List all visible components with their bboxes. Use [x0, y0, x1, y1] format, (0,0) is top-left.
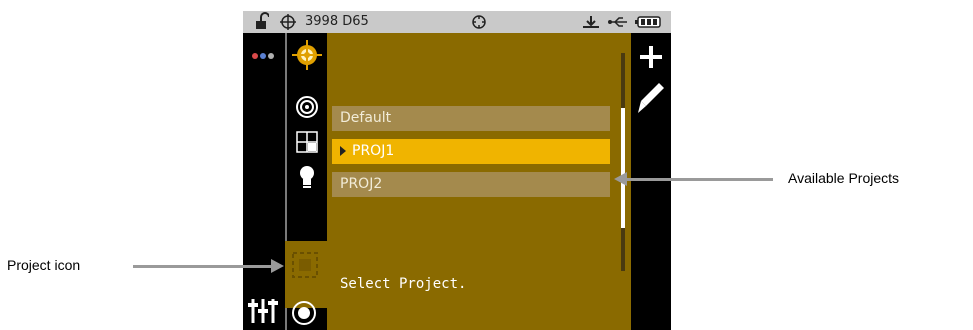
- battery-icon: [635, 11, 663, 33]
- device-screen: 3998 D65 Default PROJ1 PROJ2 Select Proj…: [243, 11, 671, 330]
- arrow-right-icon: [271, 259, 284, 273]
- grid-icon[interactable]: [296, 131, 318, 153]
- lightbulb-icon[interactable]: [298, 165, 316, 189]
- caret-right-icon: [340, 146, 346, 156]
- callout-arrow-available: [626, 178, 773, 181]
- project-label: PROJ2: [340, 176, 383, 192]
- arrow-left-icon: [614, 172, 627, 186]
- aperture-icon: [471, 11, 487, 33]
- aperture-ring-icon[interactable]: [295, 95, 319, 119]
- color-dots-icon[interactable]: [251, 51, 277, 61]
- scrollbar-thumb[interactable]: [621, 108, 625, 228]
- right-rail: [631, 33, 671, 330]
- download-icon: [581, 11, 601, 33]
- usb-icon: [607, 11, 629, 33]
- project-icon[interactable]: [291, 251, 319, 279]
- crosshair-icon: [279, 11, 297, 33]
- measure-ring-icon[interactable]: [291, 300, 317, 326]
- status-label: 3998 D65: [305, 14, 369, 29]
- project-label: PROJ1: [352, 143, 395, 159]
- select-project-prompt: Select Project.: [340, 276, 467, 292]
- project-label: Default: [340, 110, 392, 126]
- callout-available-projects: Available Projects: [788, 170, 900, 186]
- sliders-icon[interactable]: [247, 295, 281, 325]
- callout-project-icon: Project icon: [7, 257, 81, 273]
- left-rail: [243, 33, 285, 330]
- callout-arrow-project: [133, 265, 273, 268]
- status-bar: 3998 D65: [243, 11, 671, 33]
- plus-icon[interactable]: [639, 45, 663, 69]
- target-selected-icon[interactable]: [291, 39, 323, 71]
- lock-open-icon: [255, 11, 269, 33]
- list-item-default[interactable]: Default: [332, 106, 610, 131]
- list-item-proj2[interactable]: PROJ2: [332, 172, 610, 197]
- list-item-proj1[interactable]: PROJ1: [332, 139, 610, 164]
- pencil-icon[interactable]: [637, 81, 665, 115]
